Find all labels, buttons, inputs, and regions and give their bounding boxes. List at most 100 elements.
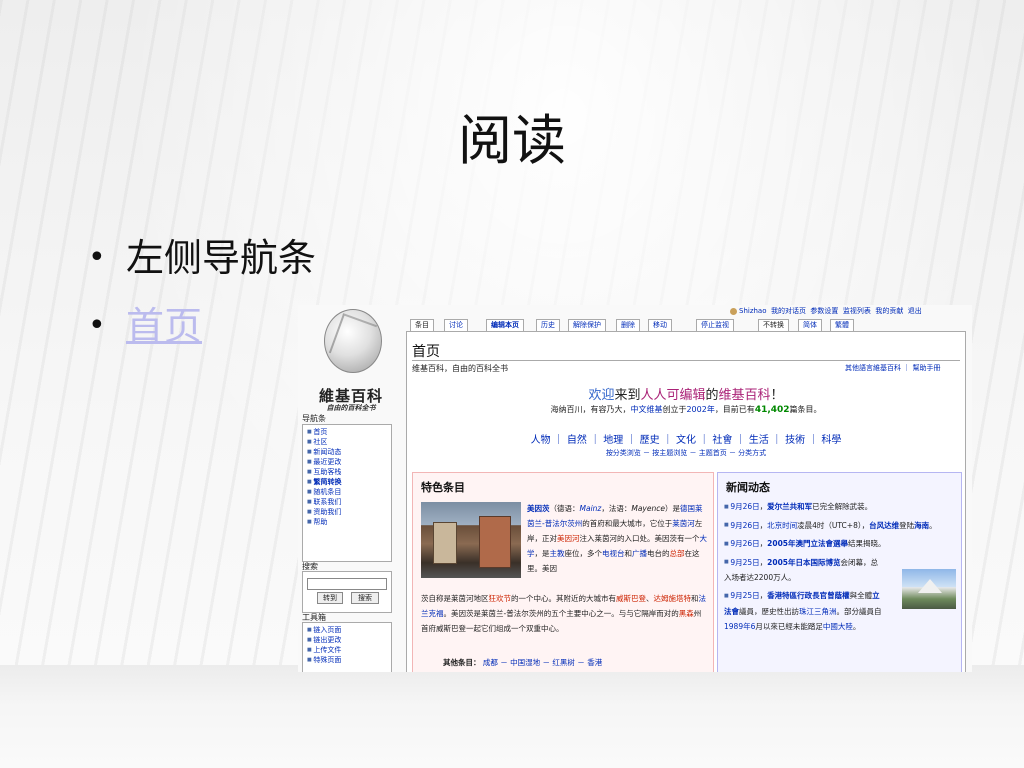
nav-portlet: 首页 社区 新闻动态 最近更改 互助客栈 繁简转换 随机条目 联系我们 资助我们… [302,424,392,562]
page-heading: 首页 [412,344,440,360]
news-date[interactable]: 9月26日 [730,502,759,511]
toolbox-item[interactable]: 上传文件 [307,645,391,655]
news-link[interactable]: 2005年澳門立法會選舉 [767,539,848,548]
news-item: 9月26日，2005年澳門立法會選舉结果揭晓。 [724,536,956,552]
nav-item[interactable]: 社区 [307,437,391,447]
news-date[interactable]: 9月26日 [730,539,759,548]
news-date[interactable]: 9月25日 [730,558,759,567]
feat-text: （德语： [549,504,580,513]
nav-item[interactable]: 繁简转换 [307,477,391,487]
user-link[interactable]: 我的贡献 [875,307,903,315]
browse-links[interactable]: 按分类浏览 － 按主题浏览 － 主题首页 － 分类方式 [407,448,965,458]
toolbox-item[interactable]: 链入页面 [307,625,391,635]
other-article-links[interactable]: 成都 － 中国湿地 － 红黑树 － 香港 [483,658,602,667]
news-list: 9月26日，爱尔兰共和军已完全解除武装。 9月26日，北京时间凌晨4时（UTC+… [724,499,956,637]
tab-unwatch[interactable]: 停止监视 [696,319,734,331]
feat-text: 的首府和最大城市，它位于 [582,519,673,528]
feat-link[interactable]: 狂欢节 [489,594,512,603]
featured-text-continued: 茨自称是莱茵河地区狂欢节的一个中心。其附近的大城市有威斯巴登、达姆施塔特和法兰克… [421,591,707,636]
other-languages-link[interactable]: 其他語言維基百科 ｜ 幫助手冊 [845,363,940,373]
welcome-link[interactable]: 欢迎 [588,388,614,403]
stats-text: 创立于 [662,405,687,414]
news-box: 新闻动态 9月26日，爱尔兰共和军已完全解除武装。 9月26日，北京时间凌晨4时… [717,472,962,672]
news-link[interactable]: 海南 [914,521,929,530]
wikipedia-link[interactable]: 维基百科 [719,388,771,403]
mainz-photo[interactable] [421,502,521,578]
welcome-text: 来到 [614,388,641,403]
homepage-link[interactable]: 首页 [126,304,202,348]
news-link[interactable]: 北京时间 [767,521,797,530]
news-link[interactable]: 香港特區行政長官曾蔭權 [767,591,850,600]
nav-item[interactable]: 资助我们 [307,507,391,517]
news-link[interactable]: 台风达维 [869,521,899,530]
user-link[interactable]: 监视列表 [843,307,871,315]
news-link[interactable]: 1989年6 [724,622,755,631]
nav-item[interactable]: 新闻动态 [307,447,391,457]
feat-link[interactable]: 美因河 [557,534,580,543]
feat-text: 座位，多个 [564,549,603,558]
news-link[interactable]: 2005年日本国际博览 [767,558,840,567]
news-link[interactable]: 珠江三角洲 [799,607,837,616]
news-date[interactable]: 9月26日 [730,521,759,530]
tab-edit[interactable]: 编辑本页 [486,319,524,331]
nav-item[interactable]: 最近更改 [307,457,391,467]
news-text: 已完全解除武装。 [812,502,873,511]
search-button[interactable]: 搜索 [351,592,379,604]
feat-text: 、 [646,594,654,603]
year-link[interactable]: 2002年 [686,405,714,414]
feat-text: 和 [624,549,633,558]
news-link[interactable]: 中國大陸 [823,622,853,631]
zh-wiki-link[interactable]: 中文维基 [630,405,662,414]
toolbox-item[interactable]: 特殊页面 [307,655,391,665]
user-icon [730,307,737,315]
nav-item[interactable]: 随机条目 [307,487,391,497]
feat-link[interactable]: 美因茨 [527,504,550,513]
tab-move[interactable]: 移动 [648,319,672,331]
news-date[interactable]: 9月25日 [730,591,759,600]
nav-item[interactable]: 联系我们 [307,497,391,507]
feat-link[interactable]: 总部 [670,549,685,558]
feat-link[interactable]: 威斯巴登 [616,594,646,603]
tab-traditional[interactable]: 繁體 [830,319,854,331]
feat-link[interactable]: 达姆施塔特 [654,594,692,603]
feat-link[interactable]: 黑森 [679,609,694,618]
feat-link[interactable]: 广播 [632,549,647,558]
tab-history[interactable]: 历史 [536,319,560,331]
go-button[interactable]: 转到 [317,592,343,604]
feat-text: ，法语： [601,504,632,513]
feat-link[interactable]: Mainz [580,504,602,513]
wiki-logo[interactable]: 維基百科 自由的百科全书 [306,307,392,412]
welcome-text: ！ [770,388,784,403]
tab-no-convert[interactable]: 不转换 [758,319,789,331]
feat-link[interactable]: 莱茵河 [672,519,695,528]
nav-item[interactable]: 首页 [307,427,391,437]
feat-text: ，是 [534,549,550,558]
news-text: 登陆 [899,520,915,530]
nav-item[interactable]: 帮助 [307,517,391,527]
user-link[interactable]: 退出 [908,307,922,315]
stats-text: ，目前已有 [714,405,755,414]
nav-item[interactable]: 互助客栈 [307,467,391,477]
feat-link[interactable]: 主教 [550,549,565,558]
user-link[interactable]: 我的对话页 [771,307,806,315]
feat-link[interactable]: 电视台 [602,549,625,558]
search-input[interactable] [307,578,387,590]
news-text: 與全體 [849,591,873,600]
welcome-text: 的 [705,388,719,403]
tab-article[interactable]: 条目 [410,319,434,331]
site-stats: 海纳百川，有容乃大，中文维基创立于2002年，目前已有41,402篇条目。 [407,404,965,415]
news-text: 。部分議員自 [836,606,882,616]
toolbox-item[interactable]: 链出更改 [307,635,391,645]
category-links[interactable]: 人物 ｜ 自然 ｜ 地理 ｜ 歷史 ｜ 文化 ｜ 社會 ｜ 生活 ｜ 技術 ｜ … [407,431,965,446]
tab-simplified[interactable]: 简体 [798,319,822,331]
tab-delete[interactable]: 删除 [616,319,640,331]
tab-unprotect[interactable]: 解除保护 [568,319,606,331]
news-link[interactable]: 爱尔兰共和军 [767,502,812,511]
free-edit-link[interactable]: 人人可编辑 [640,388,705,403]
user-name[interactable]: Shizhao [739,307,767,315]
news-text: 凌晨4时（UTC+8）， [797,520,870,530]
tab-discussion[interactable]: 讨论 [444,319,468,331]
feat-text: ）是 [664,504,680,513]
user-link[interactable]: 参数设置 [810,307,838,315]
feat-text: 茨自称是莱茵河地区 [421,594,489,603]
